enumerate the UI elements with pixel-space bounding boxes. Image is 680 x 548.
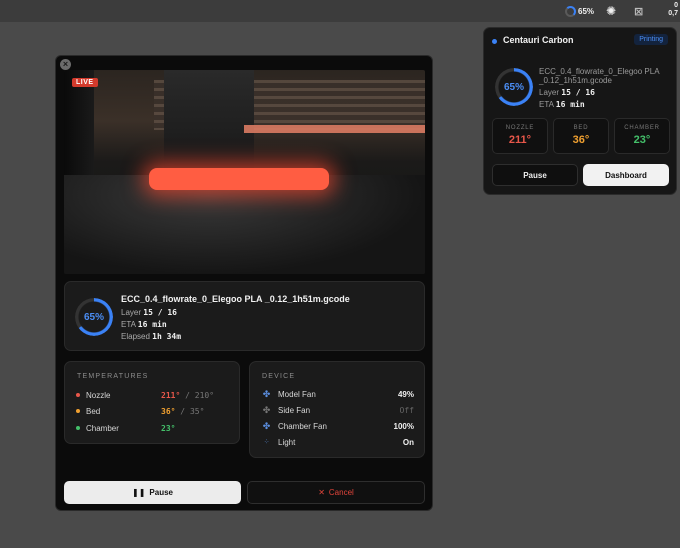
nozzle-temp-box: NOZZLE 211° — [492, 118, 548, 154]
progress-ring: 65% — [495, 68, 533, 106]
device-row-side-fan[interactable]: ✤ Side Fan Off — [262, 404, 414, 416]
status-badge: Printing — [634, 34, 668, 45]
menu-bar: 65% ✺ ⊠ 0 0,7 — [0, 0, 680, 22]
cpu-bottom-value: 0,7 — [668, 10, 678, 17]
bed-temp-box: BED 36° — [553, 118, 609, 154]
popover-eta-row: ETA 16 min — [539, 100, 585, 109]
status-dot — [76, 426, 80, 430]
status-dot — [76, 409, 80, 413]
job-card: 65% ECC_0.4_flowrate_0_Elegoo PLA _0.12_… — [64, 281, 425, 351]
cpu-meter[interactable]: 0 0,7 — [668, 2, 678, 18]
camera-feed: LIVE — [64, 70, 425, 274]
menubar-printer-status[interactable]: 65% — [565, 3, 594, 19]
status-dot — [76, 393, 80, 397]
eta-row: ETA 16 min — [121, 320, 167, 329]
elapsed-row: Elapsed 1h 34m — [121, 332, 182, 341]
sun-icon[interactable]: ✺ — [606, 3, 616, 19]
progress-ring-icon — [565, 5, 576, 17]
cpu-top-value: 0 — [674, 2, 678, 9]
printer-name: Centauri Carbon — [503, 35, 574, 45]
job-filename: ECC_0.4_flowrate_0_Elegoo PLA _0.12_1h51… — [121, 294, 350, 304]
close-icon[interactable]: × — [60, 59, 71, 70]
close-icon: ✕ — [318, 488, 325, 497]
progress-ring: 65% — [75, 298, 113, 336]
dashboard-button[interactable]: Dashboard — [583, 164, 669, 186]
temp-row-chamber: Chamber 23° — [76, 422, 226, 434]
temperatures-heading: TEMPERATURES — [77, 373, 149, 380]
device-row-chamber-fan[interactable]: ✤ Chamber Fan 100% — [262, 420, 414, 432]
fan-icon: ✤ — [262, 404, 271, 415]
fan-icon: ✤ — [262, 388, 271, 399]
status-dot — [492, 39, 497, 44]
pause-icon: ❚❚ — [132, 488, 146, 497]
cancel-button[interactable]: ✕ Cancel — [247, 481, 425, 504]
pause-button[interactable]: ❚❚ Pause — [64, 481, 241, 504]
fan-icon: ✤ — [262, 420, 271, 431]
device-row-model-fan[interactable]: ✤ Model Fan 49% — [262, 388, 414, 400]
popover-layer-row: Layer 15 / 16 — [539, 88, 595, 97]
device-heading: DEVICE — [262, 373, 296, 380]
light-icon: ⁘ — [263, 438, 270, 446]
crossed-out-icon[interactable]: ⊠ — [634, 3, 643, 19]
printer-popover: Centauri Carbon Printing 65% ECC_0.4_flo… — [483, 27, 677, 195]
chamber-temp-box: CHAMBER 23° — [614, 118, 670, 154]
live-badge: LIVE — [72, 78, 98, 87]
device-row-light[interactable]: ⁘ Light On — [262, 436, 414, 448]
layer-row: Layer 15 / 16 — [121, 308, 177, 317]
device-card: DEVICE ✤ Model Fan 49% ✤ Side Fan Off ✤ … — [249, 361, 425, 458]
temp-row-nozzle: Nozzle 211° / 210° — [76, 389, 226, 401]
temperatures-card: TEMPERATURES Nozzle 211° / 210° Bed 36° … — [64, 361, 240, 444]
popover-filename: ECC_0.4_flowrate_0_Elegoo PLA _0.12_1h51… — [539, 67, 660, 85]
temp-row-bed: Bed 36° / 35° — [76, 405, 226, 417]
popover-pause-button[interactable]: Pause — [492, 164, 578, 186]
printer-window: × LIVE 65% ECC_0.4_flowrate_0_Elegoo PLA… — [55, 55, 433, 511]
menubar-progress-label: 65% — [578, 6, 595, 16]
